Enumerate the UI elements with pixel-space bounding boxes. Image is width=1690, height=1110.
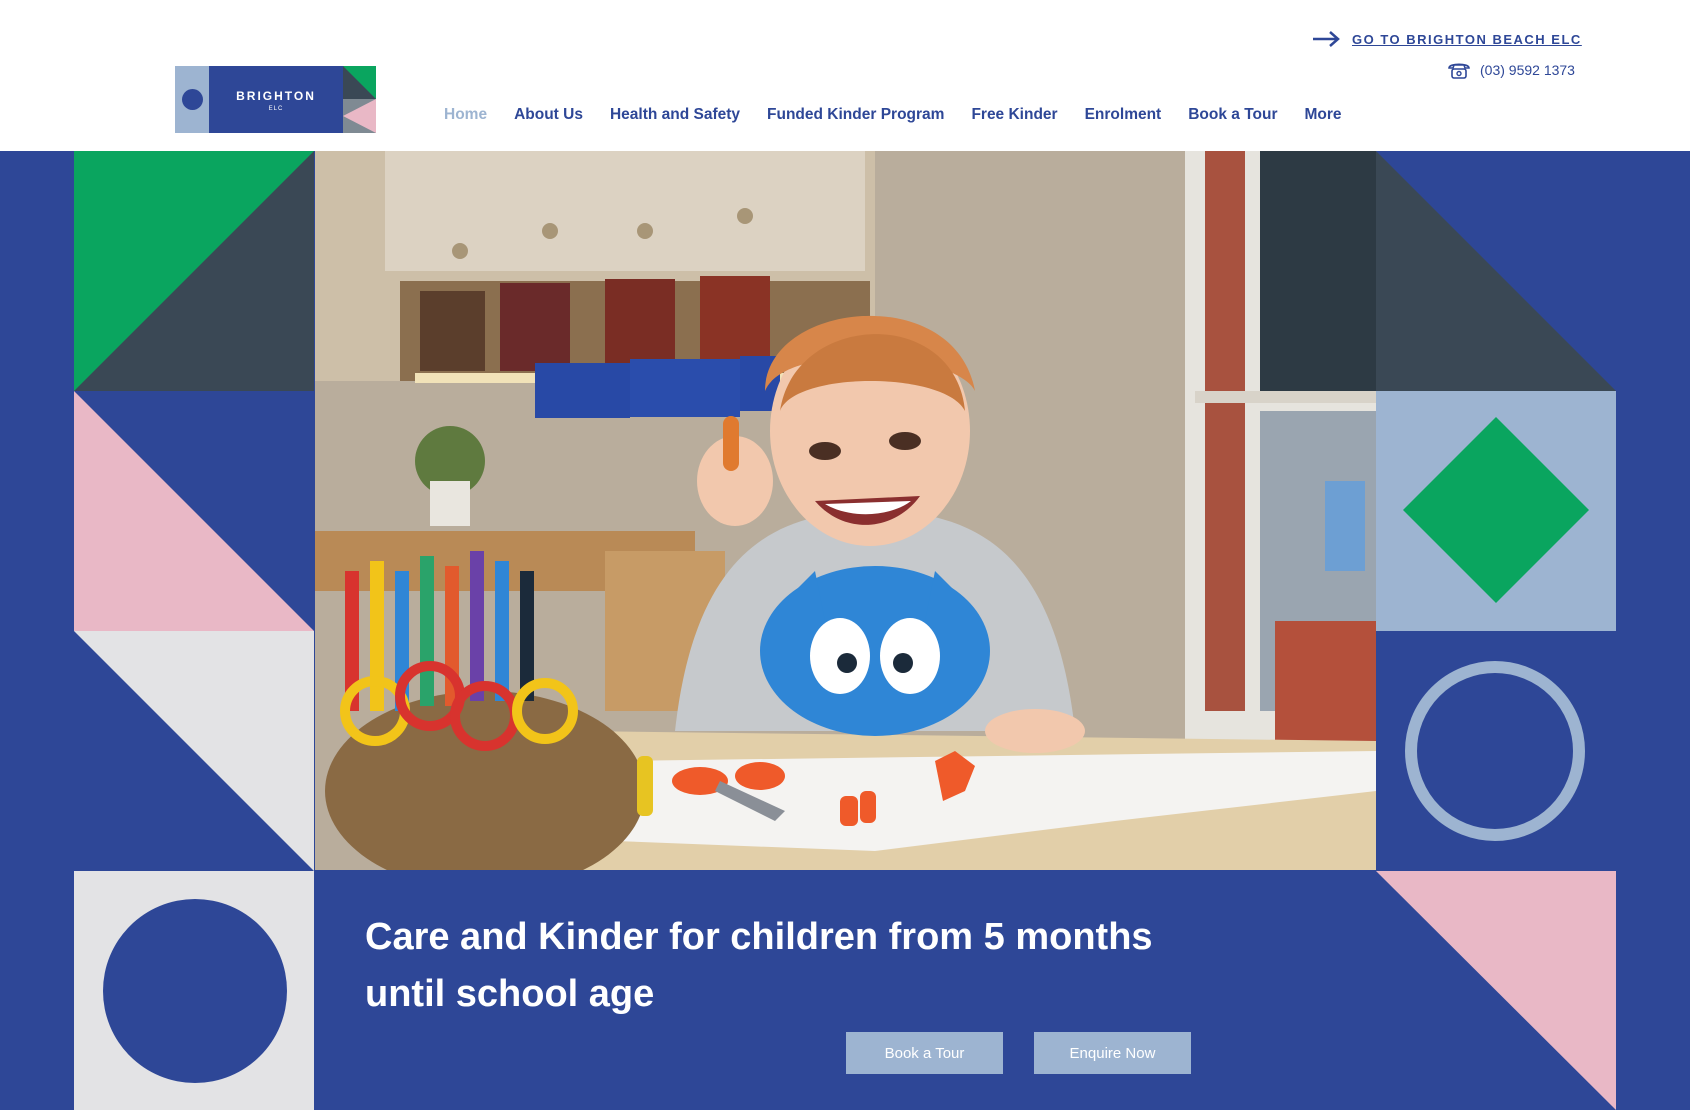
hero-section: Care and Kinder for children from 5 mont… xyxy=(0,151,1690,1110)
phone-icon xyxy=(1448,63,1470,79)
nav-item-home[interactable]: Home xyxy=(444,106,487,124)
book-a-tour-button[interactable]: Book a Tour xyxy=(846,1032,1003,1074)
enquire-now-button[interactable]: Enquire Now xyxy=(1034,1032,1191,1074)
nav-item-funded-kinder[interactable]: Funded Kinder Program xyxy=(767,106,944,124)
go-to-brighton-beach-label: GO TO BRIGHTON BEACH ELC xyxy=(1352,31,1582,47)
nav-item-book-a-tour[interactable]: Book a Tour xyxy=(1188,106,1277,124)
nav-item-about-us[interactable]: About Us xyxy=(514,106,583,124)
logo-dot xyxy=(182,89,203,110)
hero-photo-illustration xyxy=(315,151,1376,870)
logo-sub: ELC xyxy=(268,106,284,112)
nav-item-enrolment[interactable]: Enrolment xyxy=(1085,106,1162,124)
site-header: BRIGHTON ELC GO TO BRIGHTON BEACH ELC (0… xyxy=(0,0,1690,151)
nav-item-free-kinder[interactable]: Free Kinder xyxy=(971,106,1057,124)
hero-headline-line-2: until school age xyxy=(365,973,655,1015)
nav-item-more[interactable]: More xyxy=(1305,106,1342,124)
nav-item-health-and-safety[interactable]: Health and Safety xyxy=(610,106,740,124)
phone-contact[interactable]: (03) 9592 1373 xyxy=(1446,58,1575,82)
main-nav: Home About Us Health and Safety Funded K… xyxy=(444,106,1369,124)
brand-logo[interactable]: BRIGHTON ELC xyxy=(175,66,376,133)
phone-number: (03) 9592 1373 xyxy=(1480,62,1575,78)
logo-corner-shapes xyxy=(343,66,376,133)
hero-photo-child-drawing xyxy=(315,151,1376,870)
arrow-right-icon xyxy=(1313,31,1340,47)
go-to-brighton-beach-link[interactable]: GO TO BRIGHTON BEACH ELC xyxy=(1312,26,1582,52)
logo-body: BRIGHTON ELC xyxy=(209,66,343,133)
logo-name: BRIGHTON xyxy=(236,89,316,103)
hero-headline-line-1: Care and Kinder for children from 5 mont… xyxy=(365,916,1153,958)
hero-headline: Care and Kinder for children from 5 mont… xyxy=(365,909,1265,1023)
